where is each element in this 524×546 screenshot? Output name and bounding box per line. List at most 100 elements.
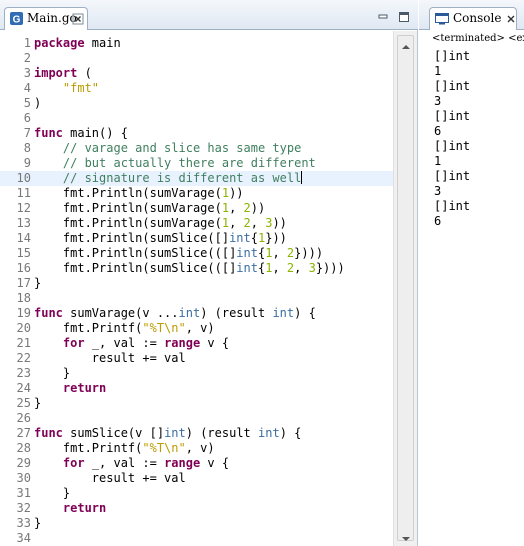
code-text: }	[34, 486, 70, 501]
code-text: fmt.Printf("%T\n", v)	[34, 441, 215, 456]
line-number: 28	[16, 441, 31, 455]
code-line[interactable]: 2	[0, 51, 393, 66]
tab-main-go[interactable]: G Main.go	[4, 7, 88, 30]
line-number: 1	[23, 36, 31, 50]
code-line[interactable]: 15 fmt.Println(sumSlice(([]int{1, 2})))	[0, 246, 393, 261]
scroll-down-arrow-icon[interactable]	[401, 531, 411, 541]
code-text: )	[34, 96, 41, 111]
code-text: fmt.Println(sumSlice([]int{1}))	[34, 231, 287, 246]
code-line[interactable]: 7 func main() {	[0, 126, 393, 141]
code-line[interactable]: 28 fmt.Printf("%T\n", v)	[0, 441, 393, 456]
line-number: 11	[16, 186, 31, 200]
line-number: 17	[16, 276, 31, 290]
console-output-line: []int	[434, 199, 471, 213]
line-number: 13	[16, 216, 31, 230]
vertical-scrollbar[interactable]	[393, 31, 417, 546]
code-line[interactable]: 17}	[0, 276, 393, 291]
line-number: 2	[23, 51, 31, 65]
code-line[interactable]: 5)	[0, 96, 393, 111]
code-line[interactable]: 22 result += val	[0, 351, 393, 366]
code-token: "%T\n"	[142, 321, 186, 335]
code-token: func	[34, 426, 63, 440]
code-line[interactable]: 32 return	[0, 501, 393, 516]
code-token: fmt.Println(sumVarage(	[34, 216, 222, 230]
code-line[interactable]: 25}	[0, 396, 393, 411]
code-line[interactable]: 29 for _, val := range v {	[0, 456, 393, 471]
code-line[interactable]: 21 for _, val := range v {	[0, 336, 393, 351]
code-editor[interactable]: 1 package main 2 3 import (4 "fmt" 5) 6 7 func m…	[0, 31, 393, 546]
code-line[interactable]: 33}	[0, 516, 393, 531]
minimize-icon[interactable]	[377, 10, 389, 22]
code-line[interactable]: 12 fmt.Println(sumVarage(1, 2))	[0, 201, 393, 216]
line-number: 15	[16, 246, 31, 260]
close-icon[interactable]	[72, 12, 84, 25]
code-text: result += val	[34, 351, 186, 366]
code-line[interactable]: 20 fmt.Printf("%T\n", v)	[0, 321, 393, 336]
code-line[interactable]: 4 "fmt"	[0, 81, 393, 96]
code-line[interactable]: 24 return	[0, 381, 393, 396]
console-output-line: []int	[434, 139, 471, 153]
line-number: 21	[16, 336, 31, 350]
line-number: 3	[23, 66, 31, 80]
tab-console[interactable]: Console	[429, 7, 517, 30]
console-output-line: 3	[434, 184, 442, 198]
code-line[interactable]: 8 // varage and slice has same type	[0, 141, 393, 156]
code-token: 1	[221, 186, 230, 200]
code-line[interactable]: 11 fmt.Println(sumVarage(1))	[0, 186, 393, 201]
code-line[interactable]: 14 fmt.Println(sumSlice([]int{1}))	[0, 231, 393, 246]
code-line[interactable]: 16 fmt.Println(sumSlice(([]int{1, 2, 3})…	[0, 261, 393, 276]
code-line[interactable]: 18	[0, 291, 393, 306]
code-line[interactable]: 3 import (	[0, 66, 393, 81]
code-token: sumVarage(v ...	[62, 306, 179, 320]
line-number: 16	[16, 261, 31, 275]
code-token: }	[34, 486, 71, 500]
code-line[interactable]: 9 // but actually there are different	[0, 156, 393, 171]
code-token: fmt.Printf(	[34, 441, 143, 455]
code-token: }	[34, 396, 42, 410]
code-token: 2	[243, 201, 251, 215]
code-text: fmt.Println(sumSlice(([]int{1, 2, 3})))	[34, 261, 345, 276]
line-number: 12	[16, 201, 31, 215]
code-line[interactable]: 34	[0, 531, 393, 546]
code-token: int	[229, 231, 251, 245]
code-text: }	[34, 276, 41, 291]
console-output-line: 3	[434, 94, 442, 108]
code-line[interactable]: 19 func sumVarage(v ...int) (result int) …	[0, 306, 393, 321]
console-icon	[435, 12, 449, 25]
code-line[interactable]: 26	[0, 411, 393, 426]
line-number: 32	[16, 501, 31, 515]
code-text: fmt.Println(sumVarage(1))	[34, 186, 244, 201]
code-line[interactable]: 10 // signature is different as well	[0, 171, 393, 186]
code-token: result += val	[34, 351, 186, 365]
code-token: {	[250, 231, 258, 245]
line-number: 14	[16, 231, 31, 245]
close-icon[interactable]	[505, 12, 517, 24]
code-line[interactable]: 6	[0, 111, 393, 126]
code-text: package main	[34, 36, 121, 51]
code-token: "fmt"	[62, 81, 100, 95]
line-number: 34	[16, 531, 31, 545]
code-line[interactable]: 31 }	[0, 486, 393, 501]
code-token: "%T\n"	[142, 441, 186, 455]
line-number: 23	[16, 366, 31, 380]
scrollbar-thumb[interactable]	[397, 35, 414, 541]
scroll-up-arrow-icon[interactable]	[401, 39, 411, 49]
code-token: _, val :=	[84, 456, 165, 470]
code-token: ))	[229, 186, 244, 200]
maximize-icon[interactable]	[398, 10, 410, 22]
code-token: _, val :=	[84, 336, 165, 350]
line-number: 4	[23, 81, 31, 95]
code-line[interactable]: 30 result += val	[0, 471, 393, 486]
code-line[interactable]: 23 }	[0, 366, 393, 381]
code-token: ,	[272, 261, 287, 275]
code-token: for	[62, 456, 85, 470]
code-token: int	[178, 306, 201, 320]
go-file-icon: G	[10, 12, 23, 25]
code-line[interactable]: 27 func sumSlice(v []int) (result int) {	[0, 426, 393, 441]
code-line[interactable]: 13 fmt.Println(sumVarage(1, 2, 3))	[0, 216, 393, 231]
console-status: <terminated> <exit c	[432, 33, 524, 44]
editor-pane: G Main.go 1 package main 2 3 import (4 "fmt"…	[0, 0, 418, 546]
code-line[interactable]: 1 package main	[0, 36, 393, 51]
